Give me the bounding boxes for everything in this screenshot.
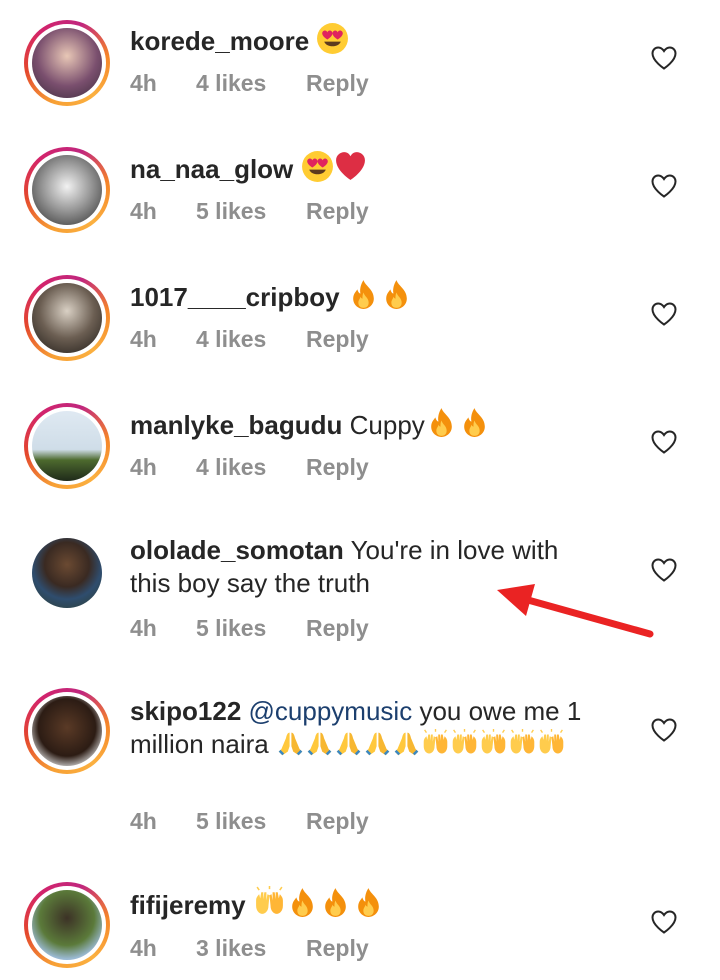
heart-outline-icon[interactable] xyxy=(651,430,677,454)
folded-hands-emoji xyxy=(392,729,421,758)
comment-meta: 4h 5 likes Reply xyxy=(130,615,369,642)
comment-likes[interactable]: 3 likes xyxy=(196,935,306,962)
comment-username[interactable]: skipo122 xyxy=(130,696,241,726)
comment-likes[interactable]: 5 likes xyxy=(196,198,306,225)
reply-button[interactable]: Reply xyxy=(306,808,369,835)
comment-username[interactable]: manlyke_bagudu xyxy=(130,410,342,440)
fire-emoji xyxy=(286,886,319,919)
comment-username[interactable]: fifijeremy xyxy=(130,890,246,920)
reply-button[interactable]: Reply xyxy=(306,198,369,225)
comment-likes[interactable]: 5 likes xyxy=(196,615,306,642)
comment-time: 4h xyxy=(130,326,157,352)
raising-hands-emoji xyxy=(479,729,508,758)
comment-meta: 4h 5 likes Reply xyxy=(130,198,369,225)
comment-likes[interactable]: 4 likes xyxy=(196,70,306,97)
avatar[interactable] xyxy=(24,147,110,233)
comment-meta: 4h 4 likes Reply xyxy=(130,70,369,97)
folded-hands-emoji xyxy=(334,729,363,758)
fire-emoji xyxy=(352,886,385,919)
comment-time: 4h xyxy=(130,808,157,834)
reply-button[interactable]: Reply xyxy=(306,326,369,353)
heart-eyes-emoji xyxy=(301,150,334,183)
comment-likes[interactable]: 4 likes xyxy=(196,454,306,481)
reply-button[interactable]: Reply xyxy=(306,935,369,962)
comment-mention[interactable]: @cuppymusic xyxy=(249,696,413,726)
comment-username[interactable]: 1017____cripboy xyxy=(130,282,340,312)
comment-meta: 4h 4 likes Reply xyxy=(130,326,369,353)
avatar[interactable] xyxy=(24,403,110,489)
raising-hands-emoji xyxy=(450,729,479,758)
heart-outline-icon[interactable] xyxy=(651,910,677,934)
comment-username[interactable]: ololade_somotan xyxy=(130,535,344,565)
reply-button[interactable]: Reply xyxy=(306,454,369,481)
reply-button[interactable]: Reply xyxy=(306,70,369,97)
fire-emoji xyxy=(425,406,458,439)
heart-outline-icon[interactable] xyxy=(651,174,677,198)
comment-meta: 4h 4 likes Reply xyxy=(130,454,369,481)
fire-emoji xyxy=(458,406,491,439)
comment-meta: 4h 5 likes Reply xyxy=(130,808,369,835)
heart-outline-icon[interactable] xyxy=(651,302,677,326)
folded-hands-emoji xyxy=(305,729,334,758)
comment-username[interactable]: na_naa_glow xyxy=(130,154,293,184)
comment-time: 4h xyxy=(130,615,157,641)
comment-username[interactable]: korede_moore xyxy=(130,26,309,56)
fire-emoji xyxy=(380,278,413,311)
folded-hands-emoji xyxy=(276,729,305,758)
fire-emoji xyxy=(347,278,380,311)
raising-hands-emoji xyxy=(253,886,286,919)
comment-time: 4h xyxy=(130,454,157,480)
avatar[interactable] xyxy=(24,530,110,616)
folded-hands-emoji xyxy=(363,729,392,758)
red-heart-emoji xyxy=(334,150,367,183)
raising-hands-emoji xyxy=(508,729,537,758)
reply-button[interactable]: Reply xyxy=(306,615,369,642)
comment-likes[interactable]: 5 likes xyxy=(196,808,306,835)
comment-time: 4h xyxy=(130,70,157,96)
heart-outline-icon[interactable] xyxy=(651,718,677,742)
heart-eyes-emoji xyxy=(316,22,349,55)
heart-outline-icon[interactable] xyxy=(651,46,677,70)
avatar[interactable] xyxy=(24,275,110,361)
heart-outline-icon[interactable] xyxy=(651,558,677,582)
raising-hands-emoji xyxy=(537,729,566,758)
comment-meta: 4h 3 likes Reply xyxy=(130,935,369,962)
comment-time: 4h xyxy=(130,935,157,961)
comment-likes[interactable]: 4 likes xyxy=(196,326,306,353)
comment-time: 4h xyxy=(130,198,157,224)
raising-hands-emoji xyxy=(421,729,450,758)
avatar[interactable] xyxy=(24,20,110,106)
fire-emoji xyxy=(319,886,352,919)
avatar[interactable] xyxy=(24,688,110,774)
avatar[interactable] xyxy=(24,882,110,968)
comment-text: Cuppy xyxy=(349,410,425,440)
